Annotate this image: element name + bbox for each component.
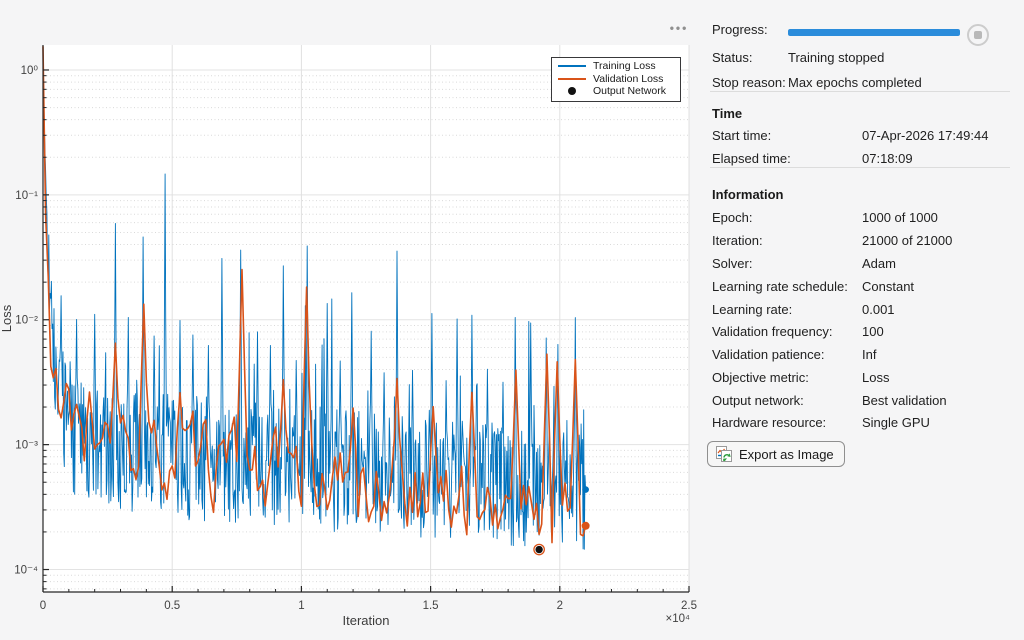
legend-validation-label: Validation Loss (593, 73, 663, 85)
y-tick-label: 10⁻⁴ (14, 565, 38, 577)
legend-item-training[interactable]: Training Loss (556, 60, 676, 73)
lr-schedule-value: Constant (862, 279, 914, 295)
training-info-panel: Progress: Status: Training stopped Stop … (700, 0, 1024, 640)
legend-validation-sample (556, 78, 588, 80)
section-divider (710, 167, 1010, 168)
legend-output-label: Output Network (593, 85, 666, 97)
start-time-label: Start time: (712, 128, 771, 144)
stop-reason-row: Stop reason: Max epochs completed (700, 75, 1024, 91)
legend-training-sample (556, 65, 588, 67)
output-network-label: Output network: (712, 393, 804, 409)
export-image-icon (715, 445, 733, 463)
y-tick-label: 10⁻³ (15, 440, 38, 452)
epoch-value: 1000 of 1000 (862, 210, 938, 226)
learning-rate-row: Learning rate: 0.001 (700, 302, 1024, 318)
status-row: Status: Training stopped (700, 50, 1024, 66)
hardware-resource-value: Single GPU (862, 415, 930, 431)
x-tick-label: 0.5 (164, 600, 180, 612)
elapsed-time-row: Elapsed time: 07:18:09 (700, 151, 1024, 167)
legend-output-sample (556, 87, 588, 95)
status-value: Training stopped (788, 50, 884, 66)
start-time-row: Start time: 07-Apr-2026 17:49:44 (700, 128, 1024, 144)
y-axis-title: Loss (0, 304, 14, 332)
validation-frequency-value: 100 (862, 324, 884, 340)
solver-row: Solver: Adam (700, 256, 1024, 272)
status-label: Status: (712, 50, 752, 66)
y-tick-label: 10⁻¹ (15, 190, 38, 202)
progress-label: Progress: (712, 22, 768, 38)
output-network-marker (535, 546, 542, 553)
output-network-value: Best validation (862, 393, 947, 409)
legend-item-output-network[interactable]: Output Network (556, 85, 676, 98)
objective-metric-row: Objective metric: Loss (700, 370, 1024, 386)
iteration-row: Iteration: 21000 of 21000 (700, 233, 1024, 249)
learning-rate-value: 0.001 (862, 302, 895, 318)
x-tick-label: 1 (298, 600, 304, 612)
loss-chart-region: 10⁰ 10⁻¹ 10⁻² 10⁻³ 10⁻⁴ 0 0.5 1 1.5 2 2.5×10⁴ Itera… (0, 0, 700, 640)
stop-reason-value: Max epochs completed (788, 75, 922, 91)
lr-schedule-label: Learning rate schedule: (712, 279, 848, 295)
hardware-resource-label: Hardware resource: (712, 415, 826, 431)
objective-metric-value: Loss (862, 370, 889, 386)
solver-value: Adam (862, 256, 896, 272)
export-button-label: Export as Image (739, 447, 834, 462)
legend-training-line-icon (558, 65, 586, 67)
validation-patience-label: Validation patience: (712, 347, 825, 363)
objective-metric-label: Objective metric: (712, 370, 809, 386)
y-tick-label: 10⁻² (15, 315, 38, 327)
information-section-title: Information (712, 187, 784, 202)
legend-validation-line-icon (558, 78, 586, 80)
elapsed-time-value: 07:18:09 (862, 151, 913, 167)
x-axis-title: Iteration (343, 613, 390, 628)
hardware-resource-row: Hardware resource: Single GPU (700, 415, 1024, 431)
y-tick-label: 10⁰ (21, 65, 39, 77)
stop-reason-label: Stop reason: (712, 75, 786, 91)
progress-bar (788, 29, 960, 36)
lr-schedule-row: Learning rate schedule: Constant (700, 279, 1024, 295)
epoch-label: Epoch: (712, 210, 752, 226)
progress-bar-fill (788, 29, 960, 36)
training-end-marker (582, 486, 589, 493)
validation-frequency-label: Validation frequency: (712, 324, 832, 340)
x-tick-label: 0 (40, 600, 46, 612)
elapsed-time-label: Elapsed time: (712, 151, 791, 167)
legend-output-dot-icon (568, 87, 576, 95)
epoch-row: Epoch: 1000 of 1000 (700, 210, 1024, 226)
training-progress-window: 10⁰ 10⁻¹ 10⁻² 10⁻³ 10⁻⁴ 0 0.5 1 1.5 2 2.5×10⁴ Itera… (0, 0, 1024, 640)
start-time-value: 07-Apr-2026 17:49:44 (862, 128, 988, 144)
x-axis-exponent-label: ×10⁴ (666, 613, 691, 625)
time-section-title: Time (712, 106, 742, 121)
legend-item-validation[interactable]: Validation Loss (556, 73, 676, 86)
chart-legend: Training Loss Validation Loss Output Net… (551, 57, 681, 102)
legend-training-label: Training Loss (593, 60, 656, 72)
stop-button[interactable] (967, 24, 989, 46)
learning-rate-label: Learning rate: (712, 302, 792, 318)
validation-frequency-row: Validation frequency: 100 (700, 324, 1024, 340)
validation-patience-row: Validation patience: Inf (700, 347, 1024, 363)
export-as-image-button[interactable]: Export as Image (707, 441, 845, 467)
output-network-row: Output network: Best validation (700, 393, 1024, 409)
validation-end-marker (582, 522, 590, 530)
solver-label: Solver: (712, 256, 752, 272)
validation-patience-value: Inf (862, 347, 876, 363)
iteration-value: 21000 of 21000 (862, 233, 952, 249)
x-tick-label: 2 (557, 600, 563, 612)
x-tick-label: 1.5 (423, 600, 439, 612)
x-tick-label: 2.5 (681, 600, 697, 612)
section-divider (710, 91, 1010, 92)
iteration-label: Iteration: (712, 233, 763, 249)
more-options-button[interactable]: ••• (666, 20, 692, 36)
stop-icon (974, 31, 982, 39)
